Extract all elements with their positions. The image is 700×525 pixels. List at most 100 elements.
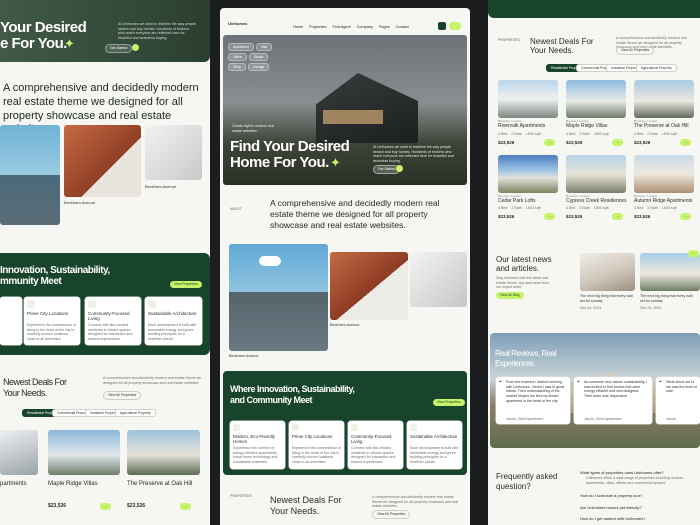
view-property-button[interactable]: → xyxy=(680,139,692,146)
area-size: 1500 sqft xyxy=(661,206,677,210)
view-property-button[interactable]: → xyxy=(612,139,624,146)
reviewer-name: Jacob, Chief Apartment xyxy=(506,417,544,421)
property-price: $23,526 xyxy=(566,140,583,145)
left-building-image-2 xyxy=(64,125,141,197)
category-filters: Apartment Villa Office Studio Shop Garag… xyxy=(228,43,288,71)
feature-text: Experience the comfort of energy-efficie… xyxy=(233,446,278,465)
faq-question[interactable]: What types of properties does Unihomes o… xyxy=(580,470,696,475)
news-cta[interactable]: View All Blog xyxy=(496,292,524,299)
filter-garage[interactable]: Garage xyxy=(247,63,270,71)
filter-villa[interactable]: Villa xyxy=(255,43,273,51)
right-deals-cta[interactable]: View All Properties xyxy=(616,46,655,55)
bed-count: 4 Bed xyxy=(498,206,508,210)
filter-studio[interactable]: Studio xyxy=(248,53,269,61)
bath-count: 2 Bath xyxy=(511,132,522,136)
news-item-title[interactable]: The next big thing that every wall set f… xyxy=(580,294,635,303)
left-hero-title-2: e For You. xyxy=(0,35,67,52)
hero-title-2: Home For You. xyxy=(230,154,329,171)
tab-agricultural[interactable]: Agricultural Property xyxy=(636,64,677,72)
news-item-title[interactable]: The next big thing that every wall set f… xyxy=(640,294,698,303)
faq-title-2: question? xyxy=(496,482,531,491)
reviews-title-1: Real Reviews, Real xyxy=(495,349,556,358)
review-card-2: ❝ As someone who values sustainability, … xyxy=(574,377,652,424)
bath-count: 2 Bath xyxy=(511,206,522,210)
right-deals-title-2: Your Needs. xyxy=(530,46,574,55)
feature-card-1: Modern, Eco-Friendly Homes Experience th… xyxy=(230,421,285,469)
deals-tag: PROPERTIES xyxy=(230,494,252,498)
innovation-title-1: Where Innovation, Sustainability, xyxy=(230,384,355,394)
faq-answer: Unihomes offers a wide range of properti… xyxy=(586,476,684,485)
right-top-banner xyxy=(488,0,700,18)
bed-count: 4 Bed xyxy=(498,132,508,136)
bed-count: 4 Bed xyxy=(634,206,644,210)
sparkle-icon: ✦ xyxy=(330,155,341,170)
area-size: 1500 sqft xyxy=(525,206,541,210)
arrow-icon xyxy=(396,165,403,172)
feature-card-4: Sustainable Architecture Each developmen… xyxy=(407,421,462,469)
bed-count: 4 Bed xyxy=(566,132,576,136)
hero-title-1: Find Your Desired xyxy=(230,138,350,155)
menu-icon[interactable] xyxy=(449,22,461,30)
review-text: As someone who values sustainability, I … xyxy=(584,380,648,399)
left-feature-title: Prime City Locations xyxy=(27,311,69,316)
property-image-5 xyxy=(566,155,626,193)
left-preview-column: Your Desired e For You. ✦ At Unihomes we… xyxy=(0,0,210,525)
left-deals-desc: A comprehensive and decidedly modern rea… xyxy=(103,376,202,385)
site-logo[interactable]: Unihomes xyxy=(228,21,247,27)
nav-home[interactable]: Home xyxy=(293,25,303,29)
reviewer-name: Jacob xyxy=(666,417,676,421)
property-name[interactable]: Autumn Ridge Apartments xyxy=(634,198,692,204)
nav-company[interactable]: Company xyxy=(357,25,373,29)
left-innovation-cta[interactable]: View Properties xyxy=(170,281,202,288)
right-preview-column: PROPERTIES Newest Deals For Your Needs. … xyxy=(488,0,700,525)
left-deals-cta[interactable]: View All Properties xyxy=(103,391,142,400)
property-features: 4 Bed 2 Bath 1500 sqft xyxy=(498,206,541,211)
property-features: 4 Bed 2 Bath 1500 sqft xyxy=(634,132,677,137)
left-property-image-1 xyxy=(0,430,38,475)
review-text: From the moment I started working with U… xyxy=(506,380,565,403)
nav-pages[interactable]: Pages xyxy=(379,25,390,29)
news-next-arrow[interactable]: → xyxy=(688,250,700,257)
left-property-view-button[interactable]: → xyxy=(100,503,112,510)
property-name[interactable]: Maple Ridge Villas xyxy=(566,123,607,129)
innovation-cta[interactable]: View Properties xyxy=(433,399,465,406)
left-tab-agricultural[interactable]: Agricultural Property xyxy=(115,409,156,417)
area-size: 1500 sqft xyxy=(661,132,677,136)
deals-title-1: Newest Deals For xyxy=(270,495,342,505)
filter-apartment[interactable]: Apartment xyxy=(228,43,254,51)
faq-question[interactable]: How do I schedule a property tour? xyxy=(580,493,696,498)
view-property-button[interactable]: → xyxy=(680,213,692,220)
hero-desc: At Unihomes we want to redefine the way … xyxy=(373,145,454,164)
filter-shop[interactable]: Shop xyxy=(228,63,246,71)
bath-count: 2 Bath xyxy=(647,206,658,210)
faq-question[interactable]: Are Unihomes homes pet-friendly? xyxy=(580,505,696,510)
left-hero-cta-button[interactable]: Get Started xyxy=(105,44,133,53)
news-image-2 xyxy=(640,253,700,291)
reviews-title-2: Experiences xyxy=(495,359,534,368)
property-price: $23,526 xyxy=(566,214,583,219)
house-silhouette xyxy=(316,73,418,143)
left-building-image-1 xyxy=(0,125,60,225)
view-property-button[interactable]: → xyxy=(544,139,556,146)
deals-cta[interactable]: View All Properties xyxy=(372,510,411,519)
faq-question[interactable]: How do I get started with Unihomes? xyxy=(580,516,696,521)
feature-text: Each development is built with renewable… xyxy=(410,446,459,465)
left-building-image-3 xyxy=(145,125,202,180)
property-features: 4 Bed 2 Bath 1500 sqft xyxy=(566,206,609,211)
nav-properties[interactable]: Properties xyxy=(309,25,326,29)
location-icon xyxy=(292,424,299,431)
nav-contact[interactable]: Contact xyxy=(396,25,409,29)
filter-office[interactable]: Office xyxy=(228,53,247,61)
nav-find-agent[interactable]: Find Agent xyxy=(332,25,350,29)
property-name[interactable]: Rivervalk Apartments xyxy=(498,123,545,129)
view-property-button[interactable]: → xyxy=(612,213,624,220)
cart-icon[interactable] xyxy=(438,22,446,30)
arrow-icon xyxy=(132,44,139,51)
view-property-button[interactable]: → xyxy=(544,213,556,220)
property-name[interactable]: Cedar Park Lofts xyxy=(498,198,536,204)
property-name[interactable]: The Preserve at Oak Hill xyxy=(634,123,688,129)
left-property-view-button[interactable]: → xyxy=(180,503,192,510)
property-name[interactable]: Cypress Creek Residences xyxy=(566,198,627,204)
news-title-2: and articles. xyxy=(496,264,540,273)
feature-title: Prime City Locations xyxy=(292,434,333,439)
